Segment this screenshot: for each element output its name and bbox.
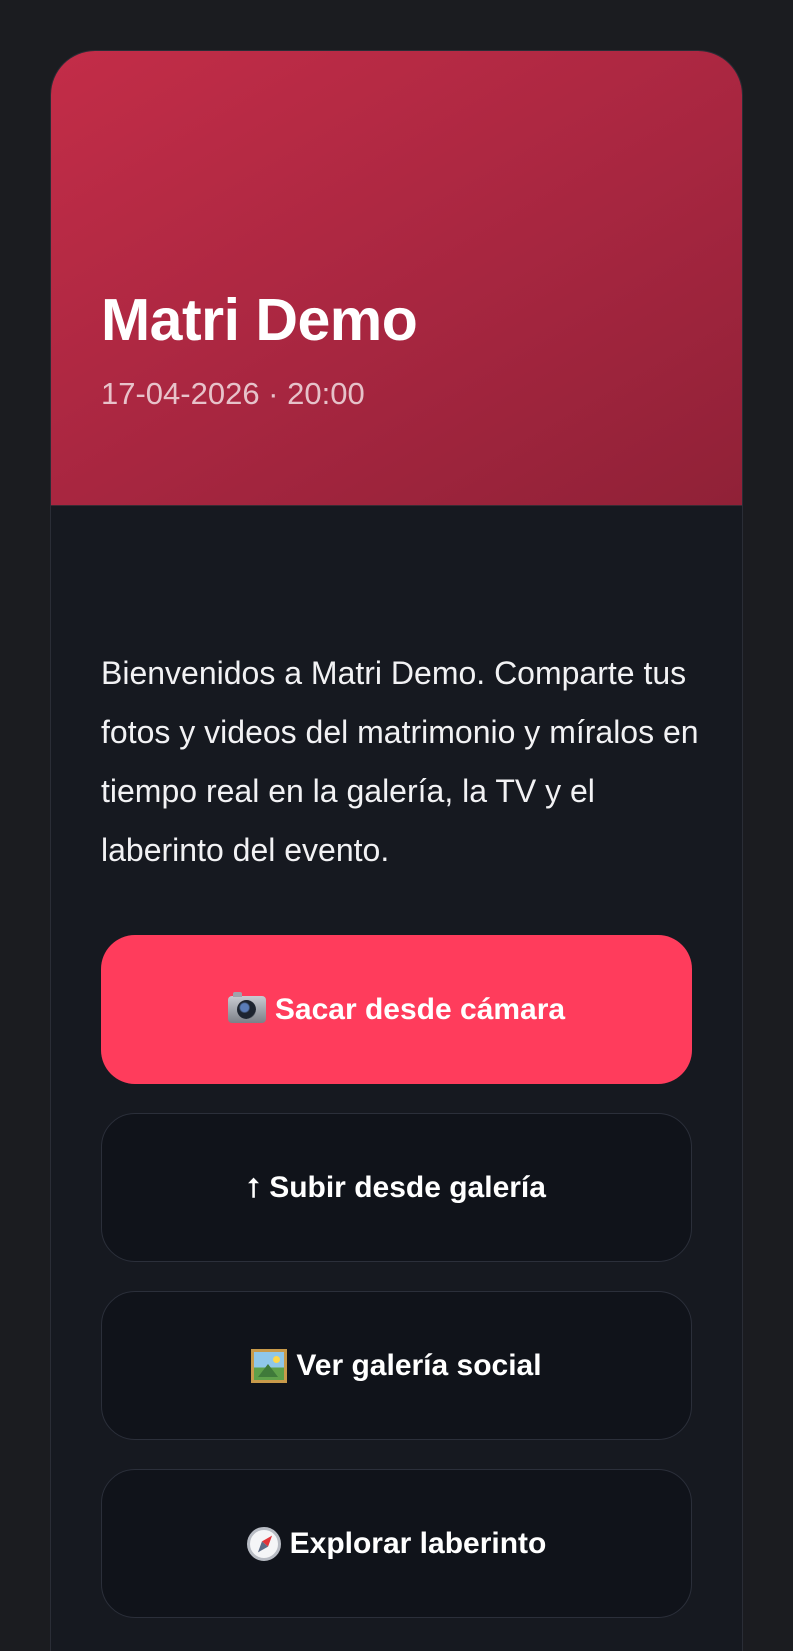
event-hero-banner: Matri Demo 17-04-2026 · 20:00: [51, 51, 742, 506]
camera-icon: [227, 992, 266, 1023]
explore-maze-button[interactable]: Explorar laberinto: [101, 1469, 692, 1618]
upload-arrow-icon: ⭡: [247, 1173, 261, 1204]
gallery-label: Ver galería social: [296, 1348, 542, 1382]
event-card: Matri Demo 17-04-2026 · 20:00 Bienvenido…: [51, 51, 742, 1651]
take-photo-button[interactable]: Sacar desde cámara: [101, 935, 692, 1084]
view-social-gallery-button[interactable]: Ver galería social: [101, 1291, 692, 1440]
upload-from-gallery-button[interactable]: ⭡ Subir desde galería: [101, 1113, 692, 1262]
event-title: Matri Demo: [101, 287, 418, 353]
compass-icon: [246, 1526, 281, 1561]
welcome-text: Bienvenidos a Matri Demo. Comparte tus f…: [101, 655, 699, 868]
framed-picture-icon: [251, 1348, 288, 1383]
event-datetime: 17-04-2026 · 20:00: [101, 376, 365, 411]
maze-label: Explorar laberinto: [289, 1526, 547, 1560]
upload-label: Subir desde galería: [269, 1170, 546, 1204]
take-photo-label: Sacar desde cámara: [274, 992, 566, 1026]
